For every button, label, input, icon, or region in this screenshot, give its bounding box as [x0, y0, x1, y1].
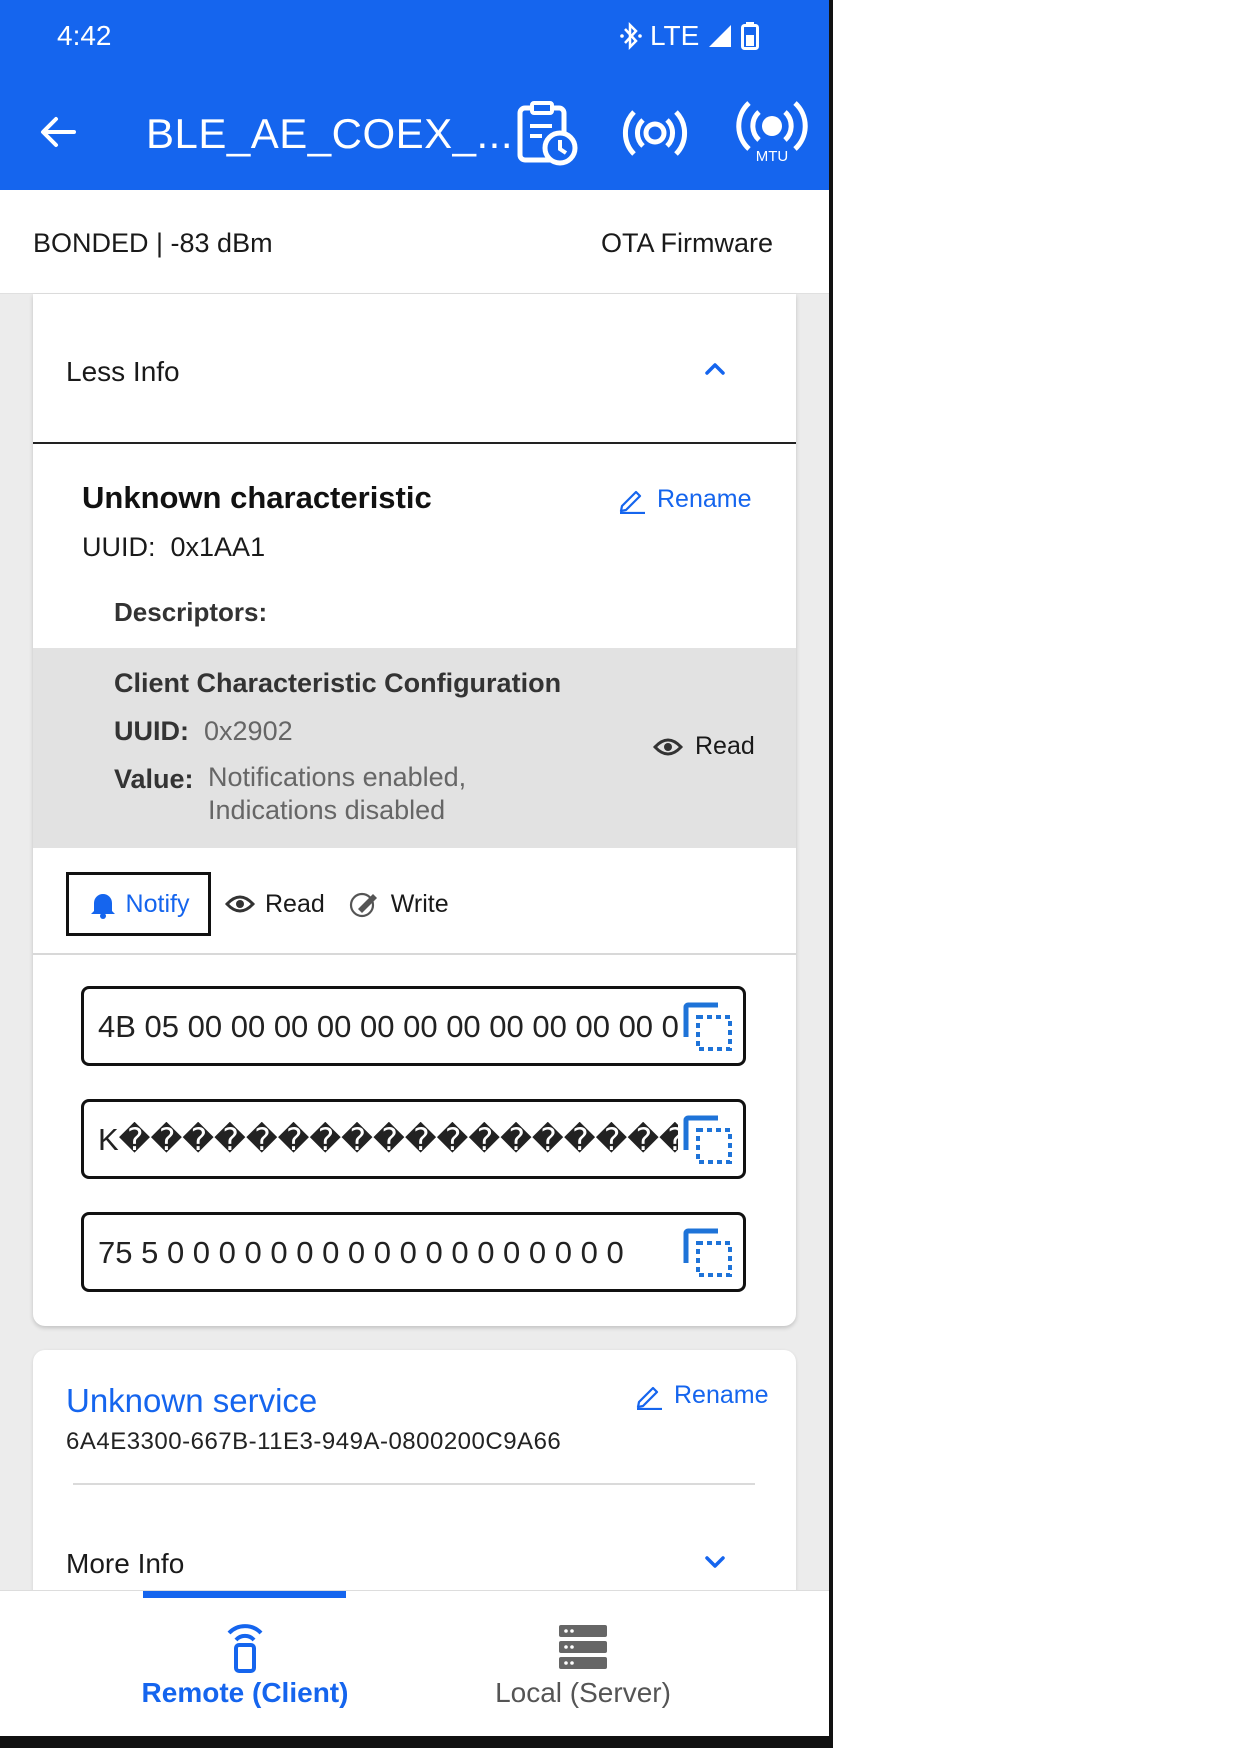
tab-remote-client[interactable]: Remote (Client)	[80, 1591, 410, 1737]
property-row: Notify Read Write	[66, 872, 449, 936]
ota-firmware-link[interactable]: OTA Firmware	[601, 228, 773, 259]
write-button[interactable]: Write	[349, 889, 449, 919]
descriptor-value-label: Value:	[114, 764, 194, 794]
descriptor-uuid-label: UUID:	[114, 716, 189, 746]
rename-service-button[interactable]: Rename	[634, 1380, 769, 1410]
descriptor-read-button[interactable]: Read	[653, 732, 755, 761]
divider	[33, 442, 796, 444]
service-card: Less Info Unknown characteristic Rename …	[33, 294, 796, 1326]
rename-label: Rename	[657, 484, 752, 513]
chevron-up-icon[interactable]	[700, 354, 730, 384]
write-label: Write	[390, 889, 449, 918]
write-pen-icon	[349, 892, 377, 918]
value-ascii-field[interactable]: K������������������	[81, 1099, 746, 1179]
descriptor-uuid: UUID: 0x2902	[114, 716, 293, 747]
local-server-icon	[559, 1625, 607, 1669]
pencil-icon	[619, 490, 645, 514]
divider	[73, 1483, 755, 1485]
value-hex-text: 4B 05 00 00 00 00 00 00 00 00 00 00 00 0…	[98, 1009, 678, 1044]
uuid-label: UUID:	[82, 532, 156, 562]
battery-icon	[741, 22, 760, 50]
bottom-navigation: Remote (Client) Local (Server)	[0, 1590, 829, 1736]
service-uuid: 6A4E3300-667B-11E3-949A-0800200C9A66	[66, 1428, 562, 1455]
notify-label: Notify	[125, 889, 190, 918]
eye-icon	[653, 738, 683, 755]
phone-frame-bottom	[0, 1736, 833, 1748]
copy-icon[interactable]	[682, 1114, 736, 1168]
tab-label: Local (Server)	[495, 1677, 671, 1708]
descriptor-value-line2: Indications disabled	[208, 795, 446, 825]
page-title: BLE_AE_COEX_...	[146, 110, 514, 157]
pencil-icon	[636, 1386, 662, 1410]
characteristic-title: Unknown characteristic	[82, 480, 432, 515]
tab-local-server[interactable]: Local (Server)	[418, 1591, 748, 1737]
uuid-value: 0x1AA1	[170, 532, 266, 562]
copy-icon[interactable]	[682, 1227, 736, 1281]
value-decimal-field[interactable]: 75 5 0 0 0 0 0 0 0 0 0 0 0 0 0 0 0 0 0 0	[81, 1212, 746, 1292]
bond-rssi-status: BONDED | -83 dBm	[33, 228, 273, 258]
signal-icon	[709, 25, 732, 47]
network-label: LTE	[650, 20, 700, 51]
descriptor-value-line1: Notifications enabled,	[208, 762, 467, 792]
rename-characteristic-button[interactable]: Rename	[617, 484, 752, 514]
rename-label: Rename	[674, 1380, 769, 1409]
descriptor-title: Client Characteristic Configuration	[114, 668, 562, 698]
eye-icon	[225, 895, 255, 913]
descriptors-heading: Descriptors:	[114, 597, 268, 627]
remote-client-icon	[227, 1624, 263, 1673]
value-decimal-text: 75 5 0 0 0 0 0 0 0 0 0 0 0 0 0 0 0 0 0 0	[98, 1235, 624, 1270]
copy-icon[interactable]	[682, 1001, 736, 1055]
read-button[interactable]: Read	[225, 890, 325, 919]
log-history-icon[interactable]	[512, 98, 582, 168]
back-arrow-icon[interactable]	[36, 110, 80, 154]
mtu-icon[interactable]: MTU	[735, 98, 809, 168]
characteristic-uuid: UUID: 0x1AA1	[82, 532, 265, 563]
descriptor-uuid-value: 0x2902	[204, 716, 293, 746]
tab-label: Remote (Client)	[141, 1677, 349, 1708]
read-label: Read	[265, 889, 325, 918]
less-info-toggle[interactable]: Less Info	[66, 356, 180, 388]
mtu-label: MTU	[755, 148, 789, 165]
status-time: 4:42	[57, 20, 112, 51]
connection-status-bar: BONDED | -83 dBm OTA Firmware	[0, 190, 829, 294]
service-title: Unknown service	[66, 1382, 318, 1419]
mtu-broadcast-icon	[736, 101, 808, 151]
bell-icon	[90, 894, 115, 919]
divider	[33, 953, 796, 955]
phone-screen: 4:42 LTE BLE_AE_COEX_... MTU BONDED | -8…	[0, 0, 832, 1748]
status-icons: LTE	[620, 18, 760, 54]
rssi-broadcast-icon[interactable]	[620, 98, 690, 168]
value-ascii-text: K������������������	[98, 1122, 678, 1157]
descriptor-value: Value: Notifications enabled, Indication…	[114, 762, 467, 827]
more-info-toggle[interactable]: More Info	[66, 1548, 184, 1580]
phone-frame-edge	[829, 0, 833, 1748]
notify-button[interactable]: Notify	[66, 872, 211, 936]
bluetooth-icon	[620, 21, 642, 51]
read-label: Read	[695, 732, 755, 760]
chevron-down-icon[interactable]	[700, 1547, 730, 1577]
value-hex-field[interactable]: 4B 05 00 00 00 00 00 00 00 00 00 00 00 0…	[81, 986, 746, 1066]
